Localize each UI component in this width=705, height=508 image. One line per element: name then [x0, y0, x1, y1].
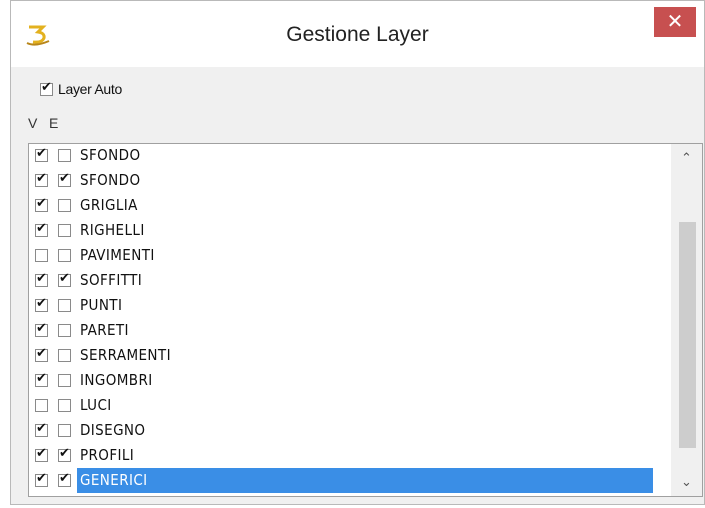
title-bar: Gestione Layer ✕	[11, 1, 704, 67]
layer-row[interactable]: SERRAMENTI	[29, 343, 669, 368]
layer-label[interactable]: LUCI	[77, 393, 115, 418]
editable-checkbox[interactable]	[58, 299, 71, 312]
layer-label[interactable]: PARETI	[77, 318, 132, 343]
window-title: Gestione Layer	[286, 23, 429, 46]
layer-label[interactable]: RIGHELLI	[77, 218, 148, 243]
scrollbar-thumb[interactable]	[679, 222, 696, 448]
layer-label[interactable]: SERRAMENTI	[77, 343, 174, 368]
visible-checkbox[interactable]	[35, 221, 48, 237]
visible-checkbox[interactable]	[35, 471, 48, 487]
layer-row[interactable]: SOFFITTI	[29, 268, 669, 293]
visible-checkbox[interactable]	[35, 346, 48, 362]
editable-checkbox[interactable]	[58, 349, 71, 362]
visible-checkbox[interactable]	[35, 171, 48, 187]
layer-row[interactable]: RIGHELLI	[29, 218, 669, 243]
editable-checkbox[interactable]	[58, 149, 71, 162]
layer-label[interactable]: DISEGNO	[77, 418, 148, 443]
layer-label[interactable]: GENERICI	[77, 468, 653, 493]
gestione-layer-window: Gestione Layer ✕ Layer Auto V E GENERICI…	[10, 0, 705, 505]
layer-row[interactable]: PARETI	[29, 318, 669, 343]
editable-checkbox[interactable]	[58, 249, 71, 262]
visible-checkbox[interactable]	[35, 249, 48, 262]
layer-auto-check-icon[interactable]	[40, 80, 53, 96]
visible-checkbox[interactable]	[35, 196, 48, 212]
layer-row[interactable]: PAVIMENTI	[29, 243, 669, 268]
layer-row[interactable]: PROFILI	[29, 443, 669, 468]
layer-label[interactable]: PAVIMENTI	[77, 243, 158, 268]
editable-checkbox[interactable]	[58, 199, 71, 212]
editable-checkbox[interactable]	[58, 171, 71, 187]
layer-label[interactable]: SFONDO	[77, 168, 143, 193]
layer-label[interactable]: PUNTI	[77, 293, 125, 318]
editable-checkbox[interactable]	[58, 324, 71, 337]
layer-row[interactable]: GENERICI	[29, 468, 669, 493]
chevron-up-icon[interactable]: ⌃	[671, 147, 702, 169]
layer-label[interactable]: INGOMBRI	[77, 368, 156, 393]
vertical-scrollbar[interactable]: ⌃ ⌄	[671, 144, 702, 496]
layer-auto-checkbox[interactable]: Layer Auto	[40, 80, 122, 97]
layer-auto-label: Layer Auto	[58, 81, 122, 97]
visible-checkbox[interactable]	[35, 146, 48, 162]
column-header-v: V	[28, 115, 38, 131]
visible-checkbox[interactable]	[35, 421, 48, 437]
chevron-down-icon[interactable]: ⌄	[671, 471, 702, 493]
visible-checkbox[interactable]	[35, 446, 48, 462]
layer-row[interactable]: PUNTI	[29, 293, 669, 318]
editable-checkbox[interactable]	[58, 271, 71, 287]
visible-checkbox[interactable]	[35, 371, 48, 387]
editable-checkbox[interactable]	[58, 224, 71, 237]
layer-row[interactable]: GRIGLIA	[29, 193, 669, 218]
layer-row[interactable]: LUCI	[29, 393, 669, 418]
visible-checkbox[interactable]	[35, 271, 48, 287]
close-button[interactable]: ✕	[654, 7, 696, 37]
editable-checkbox[interactable]	[58, 399, 71, 412]
editable-checkbox[interactable]	[58, 424, 71, 437]
layer-row[interactable]: SFONDO	[29, 168, 669, 193]
layer-label[interactable]: SOFFITTI	[77, 268, 145, 293]
layer-row[interactable]: SFONDO	[29, 144, 669, 168]
editable-checkbox[interactable]	[58, 374, 71, 387]
layer-row[interactable]: DISEGNO	[29, 418, 669, 443]
layer-row[interactable]: INGOMBRI	[29, 368, 669, 393]
column-header-e: E	[49, 115, 59, 131]
layer-label[interactable]: PROFILI	[77, 443, 137, 468]
layer-label[interactable]: GRIGLIA	[77, 193, 141, 218]
visible-checkbox[interactable]	[35, 321, 48, 337]
editable-checkbox[interactable]	[58, 446, 71, 462]
visible-checkbox[interactable]	[35, 296, 48, 312]
editable-checkbox[interactable]	[58, 471, 71, 487]
layer-list[interactable]: GENERICIPROFILIDISEGNOLUCIINGOMBRISERRAM…	[28, 143, 703, 497]
visible-checkbox[interactable]	[35, 399, 48, 412]
layer-label[interactable]: SFONDO	[77, 144, 143, 168]
